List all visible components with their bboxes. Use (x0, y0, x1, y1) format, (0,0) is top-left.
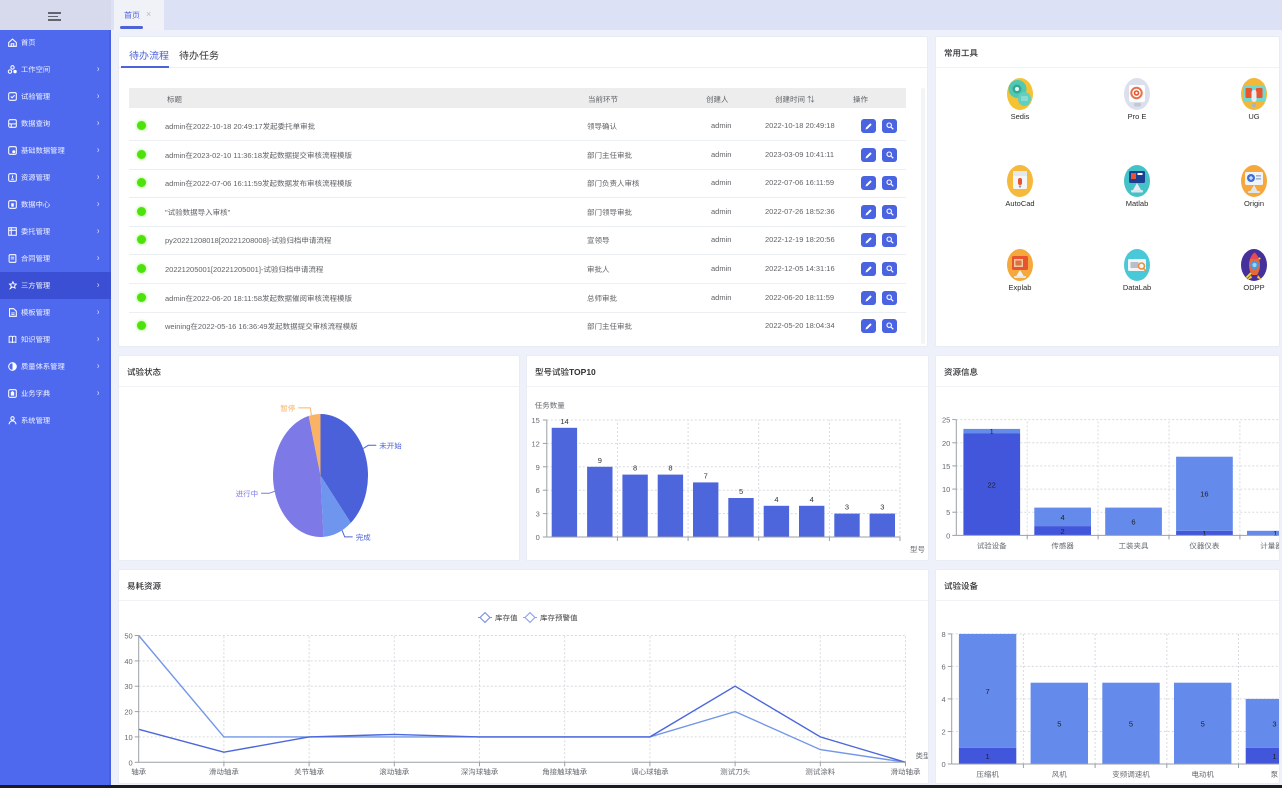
svg-text:压缩机: 压缩机 (976, 770, 999, 779)
svg-text:类型: 类型 (916, 751, 929, 760)
svg-text:1: 1 (1273, 529, 1277, 538)
svg-text:电动机: 电动机 (1191, 770, 1214, 779)
svg-text:1: 1 (990, 427, 994, 436)
svg-text:22: 22 (988, 480, 996, 489)
svg-text:轴承: 轴承 (131, 767, 146, 776)
svg-text:任务数量: 任务数量 (535, 401, 565, 410)
svg-text:16: 16 (1200, 490, 1208, 499)
svg-text:20: 20 (124, 708, 132, 717)
svg-text:库存值: 库存值 (495, 614, 518, 623)
svg-text:8: 8 (942, 630, 946, 639)
svg-text:9: 9 (536, 463, 540, 472)
svg-text:0: 0 (129, 758, 133, 767)
svg-text:计量器具: 计量器具 (1260, 541, 1279, 550)
svg-text:15: 15 (531, 416, 539, 425)
svg-text:5: 5 (1129, 719, 1133, 728)
svg-text:6: 6 (1131, 518, 1135, 527)
svg-text:3: 3 (1272, 719, 1276, 728)
svg-text:5: 5 (1057, 719, 1061, 728)
svg-text:测试刀头: 测试刀头 (720, 767, 750, 776)
svg-text:未开始: 未开始 (379, 441, 402, 450)
svg-text:2: 2 (942, 728, 946, 737)
svg-text:变频调速机: 变频调速机 (1112, 770, 1150, 779)
svg-text:型号: 型号 (910, 545, 925, 554)
svg-text:风机: 风机 (1052, 770, 1067, 779)
svg-text:8: 8 (668, 464, 672, 473)
svg-text:角接触球轴承: 角接触球轴承 (542, 767, 587, 776)
svg-text:20: 20 (942, 439, 950, 448)
svg-text:6: 6 (942, 662, 946, 671)
svg-text:滑动轴承: 滑动轴承 (891, 767, 921, 776)
svg-text:40: 40 (124, 657, 132, 666)
svg-text:调心球轴承: 调心球轴承 (631, 767, 669, 776)
svg-text:10: 10 (942, 485, 950, 494)
svg-text:4: 4 (810, 495, 814, 504)
svg-text:滑动轴承: 滑动轴承 (209, 767, 239, 776)
svg-text:库存预警值: 库存预警值 (540, 614, 578, 623)
svg-text:试验设备: 试验设备 (977, 541, 1007, 550)
svg-text:滚动轴承: 滚动轴承 (379, 767, 409, 776)
svg-text:暂停: 暂停 (280, 404, 295, 413)
svg-text:1: 1 (1272, 752, 1276, 761)
svg-text:5: 5 (739, 487, 743, 496)
svg-text:进行中: 进行中 (236, 489, 259, 498)
svg-text:仪器仪表: 仪器仪表 (1189, 541, 1219, 550)
svg-text:6: 6 (536, 486, 540, 495)
svg-text:0: 0 (946, 531, 950, 540)
svg-text:3: 3 (536, 510, 540, 519)
svg-text:25: 25 (942, 416, 950, 425)
svg-text:4: 4 (1061, 513, 1065, 522)
svg-text:5: 5 (1201, 719, 1205, 728)
svg-text:0: 0 (942, 760, 946, 769)
svg-text:7: 7 (704, 471, 708, 480)
svg-text:4: 4 (774, 495, 778, 504)
svg-text:测试涂料: 测试涂料 (805, 767, 835, 776)
svg-text:8: 8 (633, 464, 637, 473)
svg-text:15: 15 (942, 462, 950, 471)
svg-text:传感器: 传感器 (1051, 541, 1074, 550)
svg-text:3: 3 (845, 503, 849, 512)
svg-text:7: 7 (986, 687, 990, 696)
svg-text:0: 0 (536, 533, 540, 542)
svg-text:12: 12 (531, 439, 539, 448)
svg-text:14: 14 (560, 417, 568, 426)
svg-text:2: 2 (1061, 527, 1065, 536)
svg-text:泵: 泵 (1271, 770, 1279, 779)
svg-text:完成: 完成 (356, 533, 371, 542)
svg-text:10: 10 (124, 733, 132, 742)
svg-text:1: 1 (986, 752, 990, 761)
svg-text:5: 5 (946, 508, 950, 517)
svg-text:9: 9 (598, 456, 602, 465)
svg-text:关节轴承: 关节轴承 (294, 767, 324, 776)
svg-text:50: 50 (124, 632, 132, 641)
svg-text:30: 30 (124, 682, 132, 691)
svg-text:3: 3 (880, 503, 884, 512)
svg-text:深沟球轴承: 深沟球轴承 (461, 767, 499, 776)
svg-text:4: 4 (942, 695, 946, 704)
svg-text:工装夹具: 工装夹具 (1119, 541, 1149, 550)
